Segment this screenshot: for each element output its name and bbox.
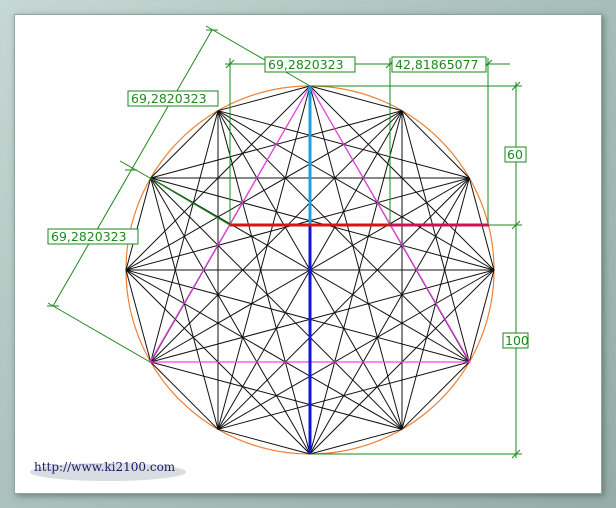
construction-line [401,110,470,179]
construction-line [401,361,470,430]
construction-line [150,110,219,179]
construction-line [150,361,403,430]
dim-text-right-lower: 100 [505,333,529,348]
construction-line [150,110,219,363]
construction-line [217,361,470,430]
dim-text-left-lower: 69,2820323 [51,229,127,244]
construction-line [309,428,403,455]
construction-line [125,177,152,271]
dim-text-right-upper: 60 [507,147,523,162]
construction-line [217,110,495,271]
construction-line [401,110,470,363]
construction-line [217,85,311,112]
construction-line [468,269,495,363]
construction-line [309,85,403,112]
watermark-url[interactable]: http://www.ki2100.com [34,460,176,474]
construction-line [150,177,403,430]
construction-line [217,428,311,455]
construction-line [217,269,495,430]
dim-text-top-width: 69,2820323 [268,57,344,72]
construction-line [125,110,403,271]
construction-line [150,361,219,430]
construction-line [217,177,470,430]
dim-text-right-offset: 42,81865077 [395,57,479,72]
geometry-drawing: 69,2820323 42,81865077 69,2820323 69,282… [30,25,529,481]
construction-line [125,269,403,430]
dim-text-left-upper: 69,2820323 [131,91,207,106]
construction-line [150,110,403,363]
construction-line [125,269,152,363]
construction-line [217,110,470,363]
